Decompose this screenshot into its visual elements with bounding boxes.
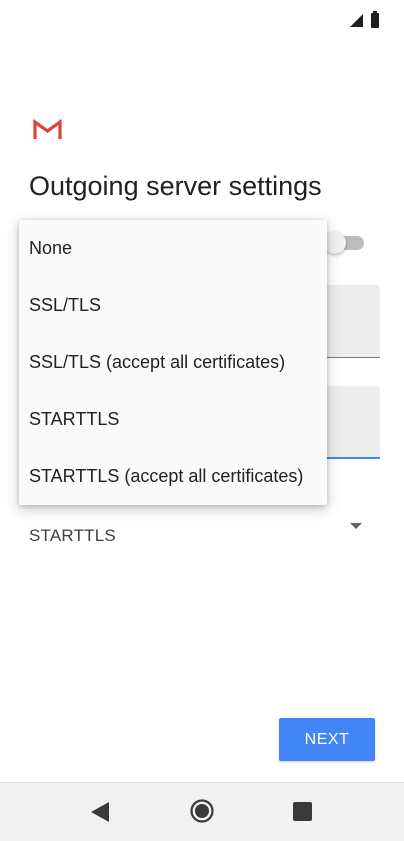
status-bar — [0, 0, 404, 40]
security-type-select[interactable]: STARTTLS — [0, 504, 404, 564]
require-signin-toggle[interactable] — [324, 232, 346, 254]
security-type-dropdown: None SSL/TLS SSL/TLS (accept all certifi… — [19, 220, 327, 505]
back-icon[interactable] — [91, 802, 109, 822]
option-ssl-tls[interactable]: SSL/TLS — [19, 277, 327, 334]
dropdown-arrow-icon[interactable] — [350, 523, 362, 529]
option-starttls[interactable]: STARTTLS — [19, 391, 327, 448]
gmail-logo — [33, 118, 62, 139]
recents-icon[interactable] — [293, 802, 312, 821]
page-title: Outgoing server settings — [29, 171, 322, 201]
navigation-bar — [0, 782, 404, 841]
option-ssl-tls-accept-all[interactable]: SSL/TLS (accept all certificates) — [19, 334, 327, 391]
home-icon[interactable] — [190, 799, 214, 823]
option-none[interactable]: None — [19, 220, 327, 277]
option-starttls-accept-all[interactable]: STARTTLS (accept all certificates) — [19, 448, 327, 505]
next-button[interactable]: NEXT — [279, 718, 375, 761]
battery-icon — [371, 11, 379, 28]
signal-icon — [350, 14, 363, 27]
security-type-value: STARTTLS — [29, 526, 116, 545]
